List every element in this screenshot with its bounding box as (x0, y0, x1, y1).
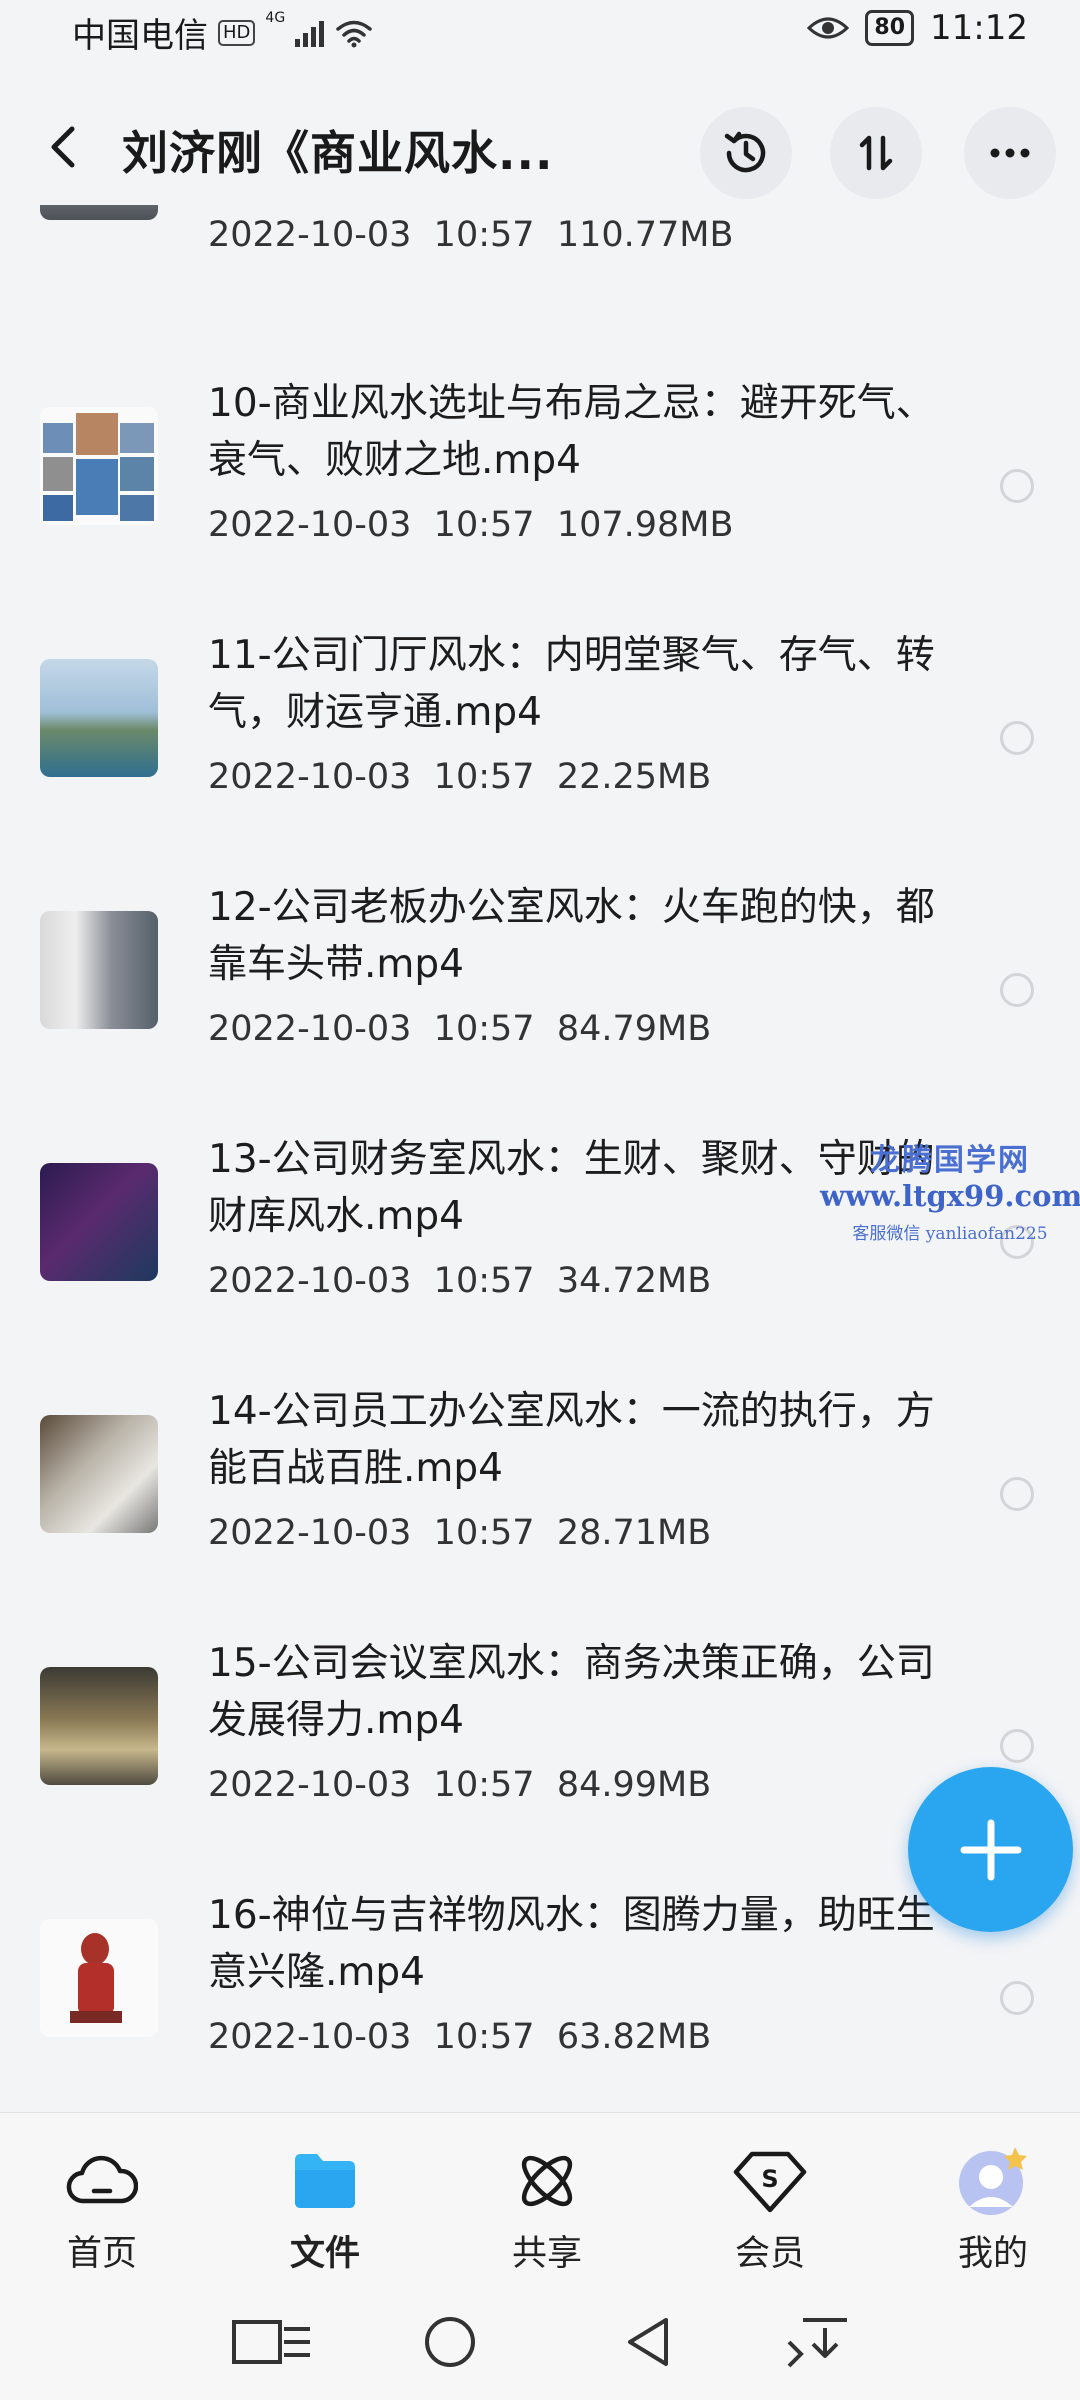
nav-profile[interactable]: 我的 (918, 2143, 1068, 2276)
select-checkbox[interactable] (1000, 1729, 1034, 1763)
select-checkbox[interactable] (1000, 1981, 1034, 2015)
status-bar: 中国电信 HD 4G 80 11:12 (0, 0, 1080, 56)
history-icon (724, 131, 766, 173)
signal-icon (295, 19, 325, 47)
file-row[interactable]: 10-商业风水选址与布局之忌：避开死气、衰气、败财之地.mp4 2022-10-… (0, 365, 1080, 617)
file-meta: 2022-10-03 10:57 84.99MB (208, 1765, 712, 1805)
select-checkbox[interactable] (1000, 469, 1034, 503)
nav-files-label: 文件 (289, 2234, 360, 2274)
file-name: 14-公司员工办公室风水：一流的执行，方能百战百胜.mp4 (208, 1389, 935, 1491)
file-row[interactable]: 16-神位与吉祥物风水：图腾力量，助旺生意兴隆.mp4 2022-10-03 1… (0, 1877, 1080, 2110)
video-thumbnail (40, 1415, 158, 1533)
nav-vip-label: 会员 (734, 2234, 805, 2274)
back-arrow-icon (51, 126, 75, 168)
file-meta: 2022-10-03 10:57 22.25MB (208, 757, 712, 797)
status-right: 80 11:12 (807, 8, 1028, 48)
file-row[interactable]: 11-公司门厅风水：内明堂聚气、存气、转气，财运亨通.mp4 2022-10-0… (0, 617, 1080, 869)
video-thumbnail (40, 407, 158, 525)
file-meta: 2022-10-03 10:57 110.77MB (208, 215, 734, 255)
video-thumbnail (40, 1163, 158, 1281)
vip-diamond-icon: S (733, 2151, 807, 2213)
nav-files[interactable]: 文件 (250, 2143, 400, 2276)
file-meta: 2022-10-03 10:57 28.71MB (208, 1513, 712, 1553)
add-button[interactable] (908, 1767, 1073, 1932)
video-thumbnail (40, 659, 158, 777)
nav-home-label: 首页 (66, 2234, 137, 2274)
svg-text:S: S (761, 2165, 778, 2193)
menu-button[interactable] (228, 2310, 316, 2374)
bottom-navigation: 首页 文件 共享 S 会员 我的 (0, 2112, 1080, 2293)
file-meta: 2022-10-03 10:57 63.82MB (208, 2017, 712, 2057)
home-button[interactable] (418, 2310, 482, 2374)
more-button[interactable] (964, 107, 1056, 199)
battery-indicator: 80 (865, 10, 915, 46)
watermark: 龙腾国学网 www.ltgx99.com 客服微信 yanliaofan225 (820, 1135, 1080, 1244)
page-title: 刘济刚《商业风水... (122, 126, 554, 180)
home-circle-icon (425, 2317, 475, 2367)
nav-profile-label: 我的 (957, 2234, 1028, 2274)
share-atom-icon (521, 2155, 573, 2207)
file-meta: 2022-10-03 10:57 107.98MB (208, 505, 734, 545)
video-thumbnail (40, 1667, 158, 1785)
sort-button[interactable] (830, 107, 922, 199)
file-meta: 2022-10-03 10:57 34.72MB (208, 1261, 712, 1301)
nav-share-label: 共享 (511, 2234, 582, 2274)
sort-icon (859, 135, 893, 171)
back-nav-button[interactable] (616, 2310, 680, 2374)
avatar-icon (959, 2147, 1027, 2215)
clock: 11:12 (930, 8, 1028, 48)
back-button[interactable] (40, 117, 90, 177)
file-name: 11-公司门厅风水：内明堂聚气、存气、转气，财运亨通.mp4 (208, 633, 935, 735)
file-name: 12-公司老板办公室风水：火车跑的快，都靠车头带.mp4 (208, 885, 935, 987)
nav-home[interactable]: 首页 (27, 2143, 177, 2276)
more-icon (990, 148, 1030, 158)
back-triangle-icon (628, 2318, 668, 2366)
collapse-button[interactable] (780, 2310, 860, 2374)
file-name: 10-商业风水选址与布局之忌：避开死气、衰气、败财之地.mp4 (208, 381, 935, 483)
watermark-title: 龙腾国学网 (870, 1143, 1030, 1178)
watermark-contact: 客服微信 yanliaofan225 (852, 1224, 1048, 1244)
file-row[interactable]: 12-公司老板办公室风水：火车跑的快，都靠车头带.mp4 2022-10-03 … (0, 869, 1080, 1121)
status-left: 中国电信 HD 4G (72, 8, 374, 57)
nav-vip[interactable]: S 会员 (695, 2143, 845, 2276)
system-navigation-bar (0, 2292, 1080, 2400)
hd-badge: HD (218, 19, 256, 46)
plus-icon (960, 1819, 1021, 1880)
network-type: 4G (265, 10, 286, 26)
video-thumbnail (40, 1919, 158, 2037)
wifi-icon (336, 20, 372, 47)
history-button[interactable] (700, 107, 792, 199)
file-name: 16-神位与吉祥物风水：图腾力量，助旺生意兴隆.mp4 (208, 1893, 935, 1995)
file-row[interactable]: 14-公司员工办公室风水：一流的执行，方能百战百胜.mp4 2022-10-03… (0, 1373, 1080, 1625)
file-row[interactable]: 2022-10-03 10:57 110.77MB (0, 205, 1080, 295)
watermark-url: www.ltgx99.com (820, 1179, 1080, 1213)
cloud-home-icon (66, 2155, 138, 2204)
menu-icon (232, 2320, 310, 2364)
select-checkbox[interactable] (1000, 1477, 1034, 1511)
file-name: 15-公司会议室风水：商务决策正确，公司发展得力.mp4 (208, 1641, 935, 1743)
folder-icon (295, 2154, 355, 2208)
video-thumbnail (40, 911, 158, 1029)
top-app-bar: 刘济刚《商业风水... (0, 95, 1080, 205)
file-meta: 2022-10-03 10:57 84.79MB (208, 1009, 712, 1049)
select-checkbox[interactable] (1000, 721, 1034, 755)
video-thumbnail (40, 205, 158, 220)
select-checkbox[interactable] (1000, 973, 1034, 1007)
collapse-down-icon (787, 2318, 847, 2368)
carrier-label: 中国电信 (72, 16, 208, 56)
eye-icon (807, 17, 850, 39)
nav-share[interactable]: 共享 (472, 2143, 622, 2276)
